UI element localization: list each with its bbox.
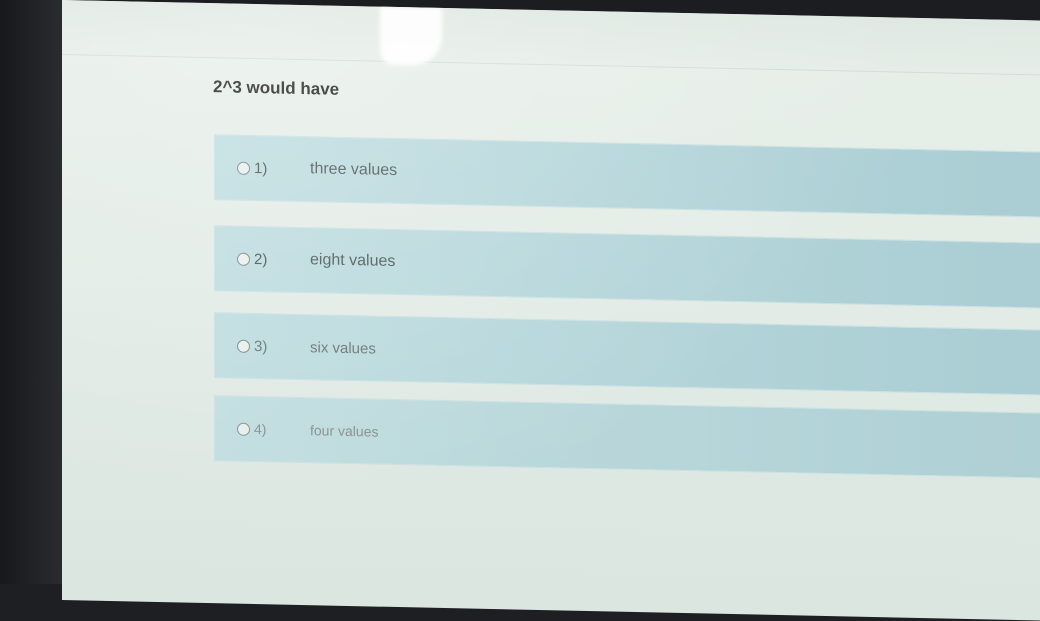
option-label: six values bbox=[310, 338, 376, 358]
option-number: 1) bbox=[254, 159, 268, 177]
option-3[interactable]: 3) six values bbox=[214, 312, 1040, 397]
option-2[interactable]: 2) eight values bbox=[214, 225, 1040, 310]
quiz-screen: 2^3 would have 1) three values 2) eight … bbox=[62, 0, 1040, 621]
option-label: three values bbox=[310, 160, 398, 180]
radio-icon[interactable] bbox=[237, 422, 250, 436]
option-label: eight values bbox=[310, 251, 396, 270]
radio-icon[interactable] bbox=[237, 252, 250, 266]
question-text: 2^3 would have bbox=[213, 77, 340, 99]
option-1[interactable]: 1) three values bbox=[214, 134, 1040, 219]
option-4[interactable]: 4) four values bbox=[214, 395, 1040, 480]
radio-icon[interactable] bbox=[237, 161, 250, 175]
option-label: four values bbox=[310, 422, 379, 440]
option-number: 3) bbox=[254, 337, 268, 355]
option-number: 4) bbox=[254, 421, 267, 438]
option-number: 2) bbox=[254, 250, 268, 268]
screen-glare bbox=[380, 6, 442, 66]
radio-icon[interactable] bbox=[237, 339, 250, 353]
